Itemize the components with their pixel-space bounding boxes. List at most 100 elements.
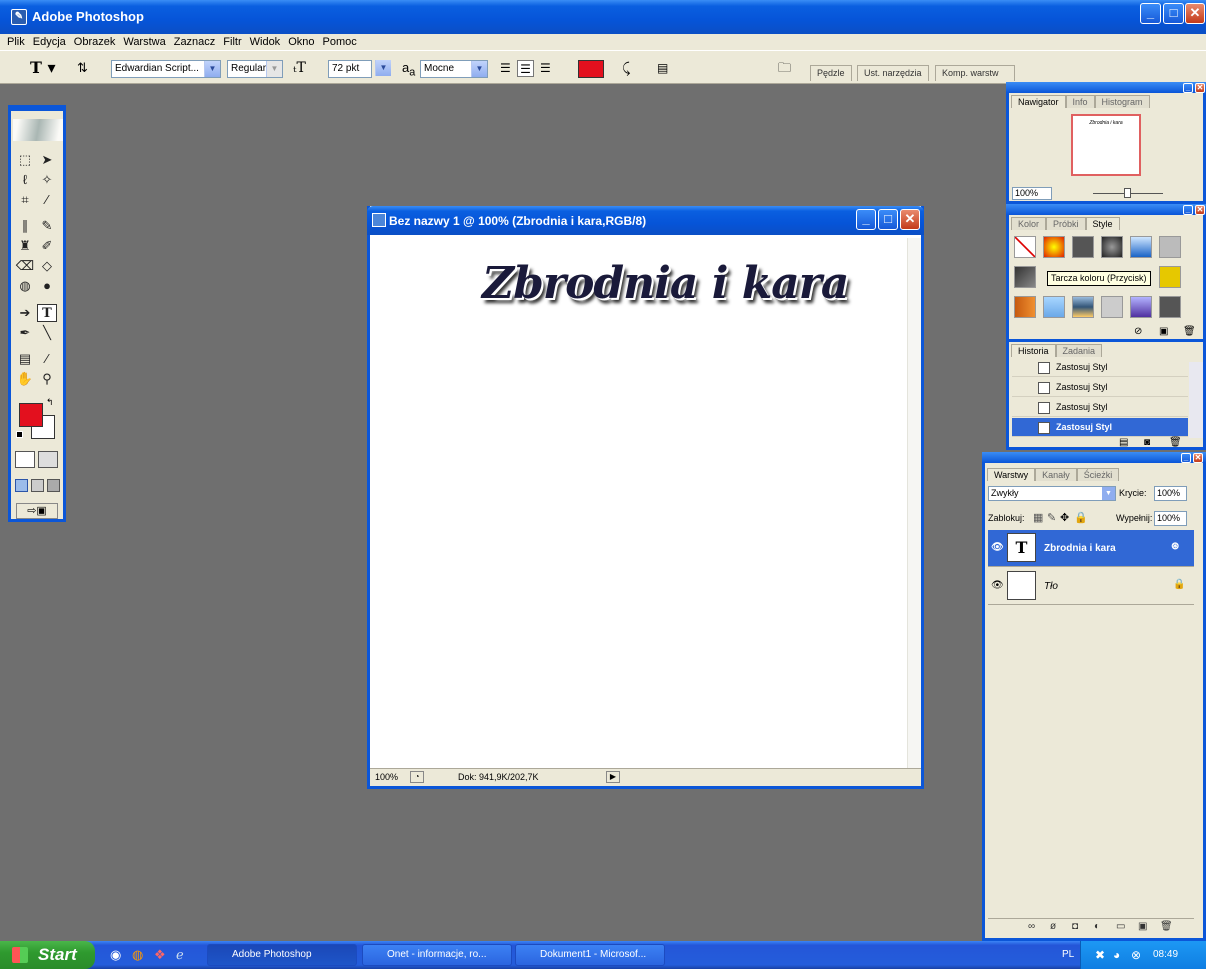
vertical-scrollbar[interactable] (907, 238, 921, 770)
canvas-text-layer[interactable]: Zbrodnia i kara (482, 258, 849, 309)
font-style-select[interactable]: Regular ▼ (227, 60, 283, 78)
style-swatch[interactable] (1159, 266, 1181, 288)
type-tool-preset-icon[interactable]: T ▾ (30, 60, 56, 78)
swap-colors-icon[interactable]: ↰ (46, 397, 54, 408)
tab-probki[interactable]: Próbki (1046, 217, 1086, 230)
layer-row[interactable]: 👁 Tło 🔒 (988, 568, 1194, 605)
menu-pomoc[interactable]: Pomoc (318, 34, 360, 48)
style-swatch[interactable] (1072, 296, 1094, 318)
language-indicator[interactable]: PL (1062, 941, 1074, 969)
history-scrollbar[interactable] (1189, 362, 1203, 438)
dodge-tool-icon[interactable]: ● (37, 277, 57, 295)
menu-okno[interactable]: Okno (284, 34, 318, 48)
trash-icon[interactable]: 🗑 (1183, 326, 1196, 337)
quick-launch-icon[interactable]: ◉ (110, 947, 121, 963)
menu-zaznacz[interactable]: Zaznacz (170, 34, 220, 48)
lock-all-icon[interactable]: 🔒 (1074, 511, 1088, 524)
move-tool-icon[interactable]: ➤ (37, 151, 57, 169)
align-center-icon[interactable]: ☰ (517, 60, 534, 77)
tab-kolor[interactable]: Kolor (1011, 217, 1047, 230)
font-size-select[interactable]: 72 pkt (328, 60, 372, 78)
history-item[interactable]: Zastosuj Styl (1012, 378, 1188, 397)
panel-minimize-button[interactable]: _ (1183, 205, 1193, 215)
eyedropper-tool-icon[interactable]: ⁄ (37, 350, 57, 368)
default-colors-icon[interactable] (16, 431, 23, 438)
lasso-tool-icon[interactable]: ℓ (15, 171, 35, 189)
crop-tool-icon[interactable]: ⌗ (15, 191, 35, 209)
tray-icon[interactable]: ⊗ (1131, 941, 1141, 969)
panel-minimize-button[interactable]: _ (1183, 83, 1193, 93)
eye-icon[interactable]: 👁 (991, 542, 1004, 553)
tab-historia[interactable]: Historia (1011, 344, 1056, 357)
tab-ust-narzedzia[interactable]: Ust. narzędzia (857, 65, 929, 81)
new-style-icon[interactable]: ▣ (1159, 326, 1168, 337)
notes-tool-icon[interactable]: ▤ (15, 350, 35, 368)
tab-warstwy[interactable]: Warstwy (987, 468, 1036, 481)
tab-style[interactable]: Style (1085, 217, 1120, 230)
slice-tool-icon[interactable]: ⁄ (37, 191, 57, 209)
panel-minimize-button[interactable]: _ (1181, 453, 1191, 463)
internet-explorer-icon[interactable]: ℯ (176, 947, 184, 963)
style-swatch[interactable] (1101, 236, 1123, 258)
panel-close-button[interactable]: ✕ (1195, 205, 1205, 215)
layer-name[interactable]: Tło (1044, 581, 1058, 592)
new-group-icon[interactable]: ▭ (1116, 921, 1125, 932)
menu-warstwa[interactable]: Warstwa (119, 34, 169, 48)
taskbar-onet[interactable]: Onet - informacje, ro... (362, 944, 512, 966)
file-browser-icon[interactable]: 🗀 (778, 60, 791, 78)
new-snapshot-icon[interactable]: ◙ (1144, 437, 1150, 448)
clear-style-icon[interactable]: ⊘ (1134, 326, 1142, 337)
style-swatch[interactable] (1159, 236, 1181, 258)
standard-mode-icon[interactable] (15, 451, 35, 468)
chevron-down-icon[interactable]: ▼ (375, 60, 391, 76)
history-item[interactable]: Zastosuj Styl (1012, 398, 1188, 417)
history-item[interactable]: Zastosuj Styl (1012, 358, 1188, 377)
tab-kanaly[interactable]: Kanały (1035, 468, 1077, 481)
foreground-color-swatch[interactable] (19, 403, 43, 427)
status-menu-arrow-icon[interactable]: ▶ (606, 771, 620, 783)
opacity-field[interactable]: 100% (1154, 486, 1187, 501)
tab-info[interactable]: Info (1065, 95, 1095, 108)
tray-icon[interactable]: ✖ (1095, 941, 1105, 969)
style-swatch[interactable] (1014, 296, 1036, 318)
quick-mask-icon[interactable] (38, 451, 58, 468)
style-swatch[interactable] (1130, 296, 1152, 318)
layer-mask-icon[interactable]: ◘ (1072, 921, 1078, 932)
path-selection-icon[interactable]: ➔ (15, 304, 35, 322)
brush-tool-icon[interactable]: ✎ (37, 217, 57, 235)
tray-icon[interactable]: ◕ (1113, 941, 1120, 969)
style-swatch[interactable] (1014, 266, 1036, 288)
paint-bucket-icon[interactable]: ◇ (37, 257, 57, 275)
pen-tool-icon[interactable]: ✒ (15, 324, 35, 342)
maximize-button[interactable]: □ (1163, 3, 1184, 24)
tab-histogram[interactable]: Histogram (1094, 95, 1150, 108)
status-clock-icon[interactable]: ◔ (410, 771, 424, 783)
zoom-level[interactable]: 100% (375, 769, 398, 785)
firefox-icon[interactable]: ◍ (132, 947, 143, 963)
eraser-tool-icon[interactable]: ⌫ (15, 257, 35, 275)
text-color-swatch[interactable] (578, 60, 604, 78)
jump-to-imageready-icon[interactable]: ⇨▣ (16, 503, 58, 519)
doc-minimize-button[interactable]: _ (856, 209, 876, 230)
line-tool-icon[interactable]: ╲ (37, 324, 57, 342)
marquee-tool-icon[interactable]: ⬚ (15, 151, 35, 169)
style-swatch[interactable] (1043, 236, 1065, 258)
tab-sciezki[interactable]: Ścieżki (1076, 468, 1120, 481)
layer-row-selected[interactable]: 👁 T Zbrodnia i kara ⊛ (988, 530, 1194, 567)
trash-icon[interactable]: 🗑 (1160, 921, 1173, 932)
align-right-icon[interactable]: ☰ (540, 60, 551, 78)
hand-tool-icon[interactable]: ✋ (15, 370, 35, 388)
zoom-tool-icon[interactable]: ⚲ (37, 370, 57, 388)
trash-icon[interactable]: 🗑 (1169, 437, 1182, 448)
fill-field[interactable]: 100% (1154, 511, 1187, 526)
style-swatch[interactable] (1043, 296, 1065, 318)
navigator-thumbnail[interactable]: Zbrodnia i kara (1071, 114, 1141, 176)
close-button[interactable]: ✕ (1185, 3, 1205, 24)
minimize-button[interactable]: _ (1140, 3, 1161, 24)
lock-transparency-icon[interactable]: ▦ (1033, 511, 1043, 524)
menu-plik[interactable]: Plik (0, 34, 29, 48)
taskbar-photoshop[interactable]: Adobe Photoshop (207, 944, 357, 966)
screen-mode-standard-icon[interactable] (15, 479, 28, 492)
clone-stamp-icon[interactable]: ♜ (15, 237, 35, 255)
tab-nawigator[interactable]: Nawigator (1011, 95, 1066, 108)
